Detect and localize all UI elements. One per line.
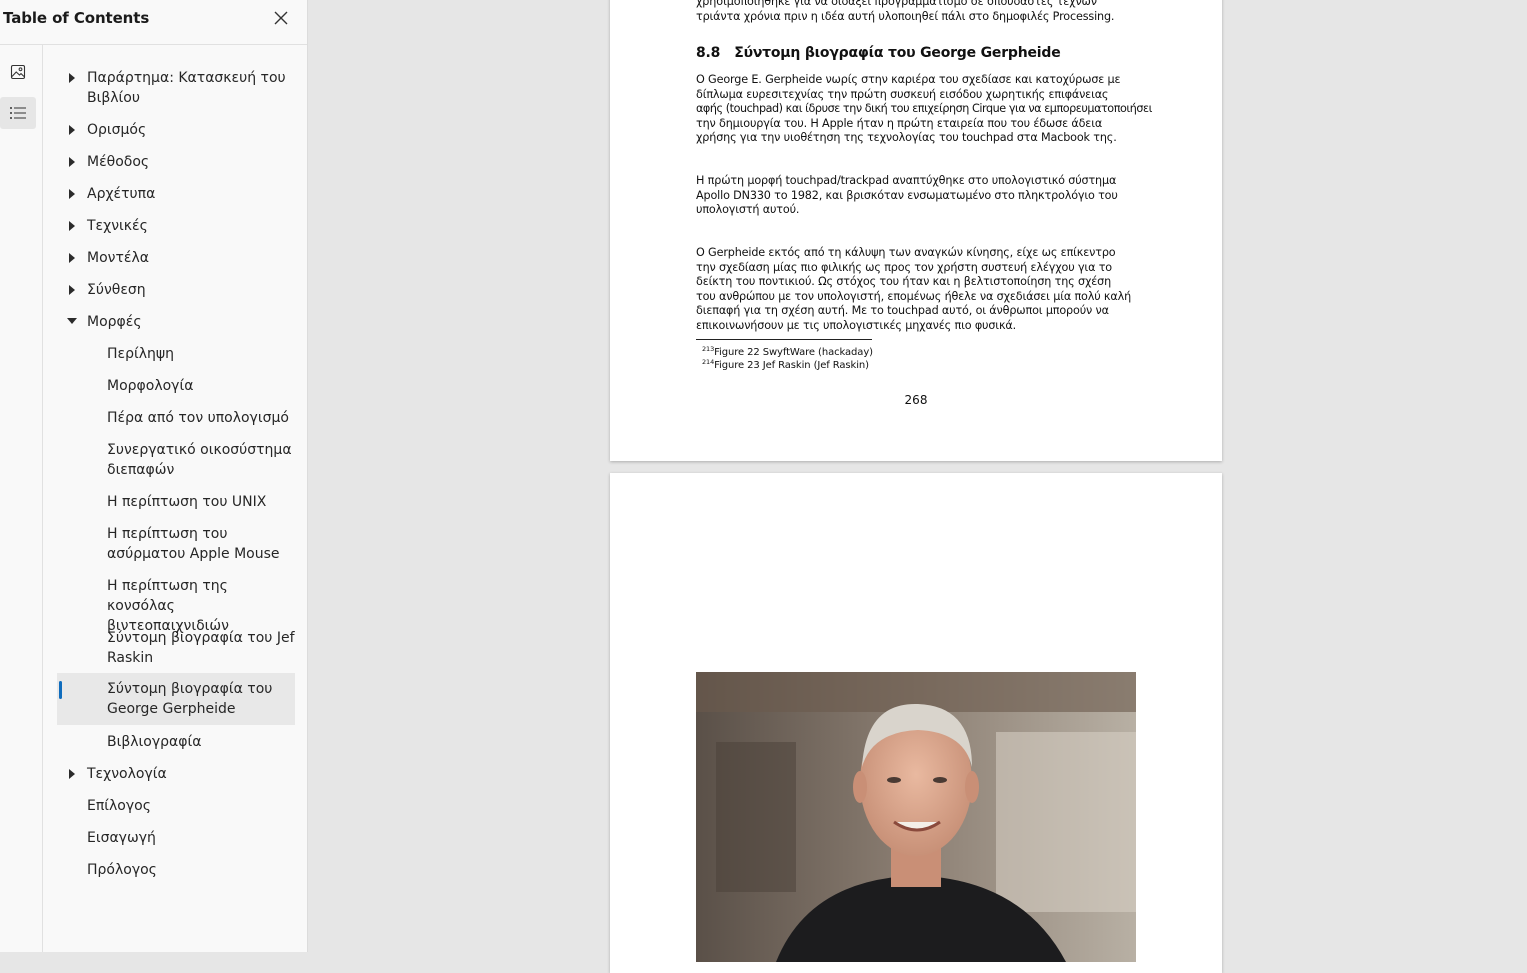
text-line: αφής (touchpad) και ίδρυσε την δική του … bbox=[696, 102, 1152, 116]
document-page: χρησιμοποιήθηκε για να διδάξει προγραμμα… bbox=[610, 0, 1222, 461]
text-line: Ο Gerpheide εκτός από τη κάλυψη των αναγ… bbox=[696, 246, 1116, 259]
text-line: την δημιουργία του. Η Apple ήταν η πρώτη… bbox=[696, 116, 1103, 130]
caret-right-icon bbox=[69, 769, 75, 779]
toc-item-label: Μοντέλα bbox=[87, 250, 149, 266]
toc-item-orismos[interactable]: Ορισμός bbox=[57, 119, 295, 151]
toc-item-label: Τεχνολογία bbox=[87, 766, 167, 782]
toc-item-label: Μορφές bbox=[87, 314, 142, 330]
toc-item-label: Σύντομη βιογραφία του Jef Raskin bbox=[107, 630, 295, 666]
text-line: Apollo DN330 το 1982, και βρισκόταν ενσω… bbox=[696, 188, 1118, 202]
toc-item-prologos[interactable]: Πρόλογος bbox=[57, 859, 295, 891]
toc-item-label: Βιβλιογραφία bbox=[107, 734, 202, 750]
toc-item-label: Παράρτημα: Κατασκευή του Βιβλίου bbox=[87, 70, 286, 106]
text-line: Ο George E. Gerpheide νωρίς στην καριέρα… bbox=[696, 73, 1121, 86]
toc-item-label: Εισαγωγή bbox=[87, 830, 156, 846]
toc-button[interactable] bbox=[0, 97, 36, 129]
toc-item-montela[interactable]: Μοντέλα bbox=[57, 247, 295, 279]
caret-right-icon bbox=[69, 157, 75, 167]
caret-down-icon bbox=[67, 318, 77, 324]
toc-item-archetypa[interactable]: Αρχέτυπα bbox=[57, 183, 295, 215]
text-line: δείκτη του ποντικιού. Ως στόχος του ήταν… bbox=[696, 275, 1112, 289]
toc-item-label: Σύνθεση bbox=[87, 282, 146, 298]
caret-right-icon bbox=[69, 253, 75, 263]
footnote-text: Figure 23 Jef Raskin (Jef Raskin) bbox=[714, 360, 869, 371]
section-number: 8.8 bbox=[696, 45, 721, 61]
toc-title: Table of Contents bbox=[3, 9, 150, 27]
toc-item-unix[interactable]: Η περίπτωση του UNIX bbox=[57, 491, 295, 523]
toc-item-technologia[interactable]: Τεχνολογία bbox=[57, 763, 295, 795]
toc-item-methodos[interactable]: Μέθοδος bbox=[57, 151, 295, 183]
footnote-mark: 214 bbox=[702, 358, 715, 366]
toc-item-parartima[interactable]: Παράρτημα: Κατασκευή του Βιβλίου bbox=[57, 67, 295, 119]
footnote: 214Figure 23 Jef Raskin (Jef Raskin) bbox=[702, 356, 869, 372]
toc-item-label: Αρχέτυπα bbox=[87, 186, 156, 202]
toc-item-apple-mouse[interactable]: Η περίπτωση του ασύρματου Apple Mouse bbox=[57, 523, 295, 575]
text-line: υπολογιστή αυτού. bbox=[696, 203, 800, 217]
page-number: 268 bbox=[904, 393, 928, 407]
toc-item-synthesi[interactable]: Σύνθεση bbox=[57, 279, 295, 311]
toc-item-label: Μέθοδος bbox=[87, 154, 150, 170]
caret-right-icon bbox=[69, 221, 75, 231]
image-icon bbox=[10, 64, 26, 80]
section-heading: 8.8 Σύντομη βιογραφία του George Gerpheid… bbox=[696, 46, 1061, 61]
toc-panel: Table of Contents Παράρτημα: Κατασκευή τ… bbox=[0, 0, 308, 952]
toc-item-label: Πρόλογος bbox=[87, 862, 157, 878]
caret-right-icon bbox=[69, 73, 75, 83]
toc-item-perilipsi[interactable]: Περίληψη bbox=[57, 343, 295, 375]
toc-item-pera-apo[interactable]: Πέρα από τον υπολογισμό bbox=[57, 407, 295, 439]
toc-item-label: Πέρα από τον υπολογισμό bbox=[107, 410, 289, 426]
text-line: δίπλωμα ευρεσιτεχνίας την πρώτη συσκευή … bbox=[696, 87, 1109, 101]
toc-item-label: Μορφολογία bbox=[107, 378, 194, 394]
toc-item-eisagogi[interactable]: Εισαγωγή bbox=[57, 827, 295, 859]
text-line: χρήσης για την υιοθέτηση της τεχνολογίας… bbox=[696, 131, 1117, 145]
toc-item-epilogos[interactable]: Επίλογος bbox=[57, 795, 295, 827]
footnote-divider bbox=[696, 339, 872, 340]
caret-right-icon bbox=[69, 189, 75, 199]
document-page-next bbox=[610, 473, 1222, 973]
paragraph-3: Ο Gerpheide εκτός από τη κάλυψη των αναγ… bbox=[696, 246, 1136, 334]
list-icon bbox=[10, 107, 26, 119]
toc-item-bibliografia[interactable]: Βιβλιογραφία bbox=[57, 731, 295, 763]
section-title: Σύντομη βιογραφία του George Gerpheide bbox=[734, 45, 1061, 61]
toc-header: Table of Contents bbox=[0, 0, 307, 45]
paragraph-1: Ο George E. Gerpheide νωρίς στην καριέρα… bbox=[696, 73, 1152, 146]
toc-item-label: Τεχνικές bbox=[87, 218, 148, 234]
text-line: Η πρώτη μορφή touchpad/trackpad αναπτύχθ… bbox=[696, 174, 1117, 187]
portrait-illustration bbox=[696, 672, 1136, 962]
toc-item-label: Ορισμός bbox=[87, 122, 147, 138]
toc-item-morfes[interactable]: Μορφές bbox=[57, 311, 295, 343]
toc-item-label: Περίληψη bbox=[107, 346, 174, 362]
toc-item-gerpheide[interactable]: Σύντομη βιογραφία του George Gerpheide bbox=[57, 673, 295, 725]
text-line: του ανθρώπου με τον υπολογιστή, επομένως… bbox=[696, 289, 1132, 303]
toc-item-label: Σύντομη βιογραφία του George Gerpheide bbox=[107, 681, 273, 717]
thumbnails-button[interactable] bbox=[0, 56, 36, 88]
text-line: χρησιμοποιήθηκε για να διδάξει προγραμμα… bbox=[696, 0, 1097, 8]
paragraph-2: Η πρώτη μορφή touchpad/trackpad αναπτύχθ… bbox=[696, 174, 1136, 218]
paragraph-top: χρησιμοποιήθηκε για να διδάξει προγραμμα… bbox=[696, 0, 1136, 24]
toc-item-synergatiko[interactable]: Συνεργατικό οικοσύστημα διεπαφών bbox=[57, 439, 295, 491]
toc-item-jef-raskin[interactable]: Σύντομη βιογραφία του Jef Raskin bbox=[57, 627, 295, 679]
footnote-mark: 213 bbox=[702, 345, 715, 353]
toc-item-morfologia[interactable]: Μορφολογία bbox=[57, 375, 295, 407]
portrait-photo bbox=[696, 672, 1136, 962]
toc-item-label: Συνεργατικό οικοσύστημα διεπαφών bbox=[107, 442, 292, 478]
close-button[interactable] bbox=[270, 7, 292, 29]
toc-item-technikes[interactable]: Τεχνικές bbox=[57, 215, 295, 247]
toc-item-konsola[interactable]: Η περίπτωση της κονσόλας βιντεοπαιχνιδιώ… bbox=[57, 575, 295, 634]
text-line: την σχεδίαση μίας πιο φιλικής ως προς το… bbox=[696, 260, 1112, 274]
toc-item-label: Η περίπτωση του ασύρματου Apple Mouse bbox=[107, 526, 280, 562]
text-line: διεπαφή για τη σχέση αυτή. Με το touchpa… bbox=[696, 304, 1109, 318]
selection-indicator bbox=[59, 681, 62, 699]
text-line: τριάντα χρόνια πριν η ιδέα αυτή υλοποιηθ… bbox=[696, 9, 1115, 23]
side-rail bbox=[0, 45, 43, 952]
text-line: επικοινωνήσουν με τις υπολογιστικές μηχα… bbox=[696, 318, 1017, 332]
caret-right-icon bbox=[69, 125, 75, 135]
caret-right-icon bbox=[69, 285, 75, 295]
toc-item-label: Η περίπτωση του UNIX bbox=[107, 494, 267, 510]
close-icon bbox=[274, 11, 288, 25]
toc-item-label: Επίλογος bbox=[87, 798, 151, 814]
